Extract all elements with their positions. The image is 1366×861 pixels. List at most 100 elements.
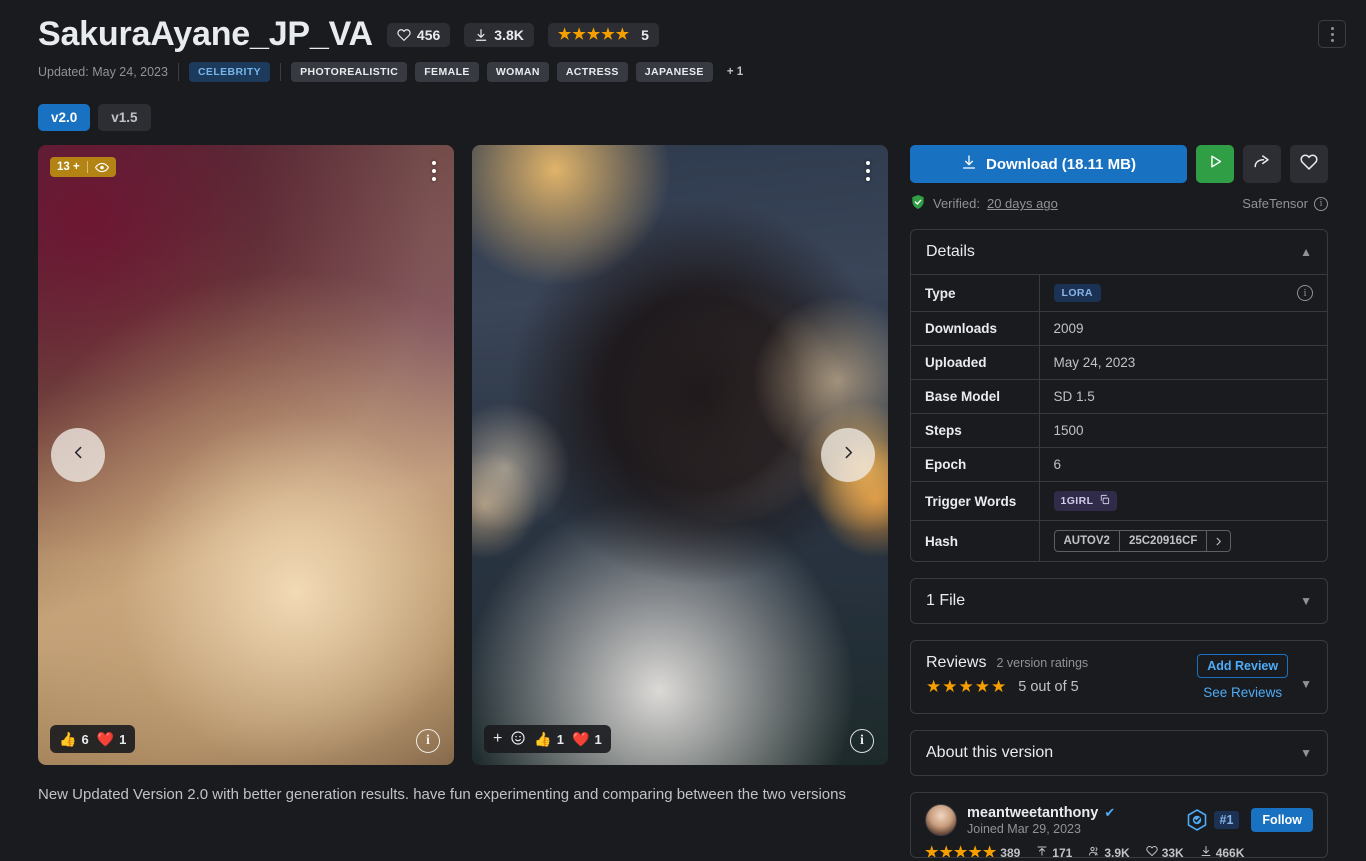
image-2-info-icon[interactable]: i [850, 729, 874, 754]
add-reaction-plus-icon[interactable]: + [493, 731, 502, 747]
row-value-trigger-words: 1GIRL [1039, 482, 1327, 521]
info-icon[interactable]: i [1314, 196, 1328, 211]
gallery-image-1[interactable]: 13 + 👍 6 ❤️ 1 i [38, 145, 454, 766]
hash-group: AUTOV2 25C20916CF [1053, 530, 1232, 553]
gallery-column: 13 + 👍 6 ❤️ 1 i + 👍 1 ❤️ 1 i New Updated… [38, 145, 888, 858]
dot [866, 169, 870, 174]
image-1-reaction-bar[interactable]: 👍 6 ❤️ 1 [50, 725, 136, 754]
image-1-kebab-menu-icon[interactable] [428, 157, 440, 185]
reviews-title: Reviews [926, 654, 987, 672]
table-row: Type LORA i [911, 274, 1327, 312]
add-reaction-face-icon[interactable] [510, 730, 526, 749]
avatar[interactable] [925, 804, 957, 837]
reviews-stars: ★ ★ ★ ★ ★ [926, 678, 1006, 695]
users-icon [1088, 845, 1100, 857]
files-card[interactable]: 1 File ▼ [910, 578, 1328, 625]
dot [866, 177, 870, 182]
likes-stat[interactable]: 456 [386, 22, 451, 47]
files-card-header[interactable]: 1 File ▼ [911, 579, 1327, 623]
about-version-card[interactable]: About this version ▼ [910, 730, 1328, 777]
row-value-base-model: SD 1.5 [1053, 389, 1095, 405]
downloads-stat[interactable]: 3.8K [464, 22, 534, 47]
star-icon: ★ [958, 677, 974, 697]
dot [1330, 26, 1334, 30]
image-1-info-icon[interactable]: i [416, 729, 440, 754]
eye-icon[interactable] [88, 162, 116, 173]
reaction-heart[interactable]: ❤️ 1 [97, 732, 127, 747]
hash-value[interactable]: 25C20916CF [1120, 531, 1206, 551]
star-icon: ★ [601, 26, 615, 44]
tag-actress[interactable]: ACTRESS [556, 62, 628, 83]
verified-label: Verified: [933, 196, 980, 212]
star-icon: ★ [968, 844, 982, 859]
reviews-subtitle: 2 version ratings [996, 656, 1089, 671]
about-version-title: About this version [926, 744, 1054, 762]
creator-name[interactable]: meantweetanthony [967, 805, 1098, 821]
favorite-button[interactable] [1290, 145, 1328, 184]
reviews-title-line: Reviews 2 version ratings [926, 654, 1197, 672]
share-button[interactable] [1243, 145, 1281, 184]
star-icon: ★ [953, 844, 968, 859]
version-tab-v2[interactable]: v2.0 [38, 104, 91, 132]
tag-woman[interactable]: WOMAN [486, 62, 549, 83]
about-version-header[interactable]: About this version ▼ [911, 731, 1327, 775]
meta-row: Updated: May 24, 2023 CELEBRITY PHOTOREA… [38, 62, 1328, 83]
trigger-word-badge[interactable]: 1GIRL [1053, 491, 1118, 512]
reviews-chevron-down-icon[interactable]: ▼ [1300, 664, 1312, 690]
star-icon: ★ [586, 26, 601, 44]
version-tab-v15[interactable]: v1.5 [98, 104, 151, 132]
type-info-icon[interactable]: i [1297, 285, 1313, 302]
rating-stat[interactable]: ★ ★ ★ ★ ★ 5 [547, 22, 659, 47]
details-table: Type LORA i Downloads 2009 Uploaded May … [911, 274, 1327, 562]
see-reviews-link[interactable]: See Reviews [1203, 685, 1282, 700]
heart-icon [397, 28, 411, 42]
star-icon: ★ [926, 677, 942, 697]
image-2-reaction-bar[interactable]: + 👍 1 ❤️ 1 [484, 725, 611, 754]
tag-photorealistic[interactable]: PHOTOREALISTIC [291, 62, 408, 83]
gallery-next-button[interactable] [821, 428, 875, 483]
reviews-summary: Reviews 2 version ratings ★ ★ ★ ★ ★ 5 ou… [926, 654, 1197, 695]
reaction-heart[interactable]: ❤️ 1 [572, 732, 602, 747]
creator-stats-row: ★ ★ ★ ★ ★ 389 171 3.9K 33K 466K [925, 844, 1313, 859]
creator-likes-count: 33K [1161, 845, 1184, 859]
gallery-image-2[interactable]: + 👍 1 ❤️ 1 i [472, 145, 888, 766]
chevron-down-icon[interactable]: ▼ [1300, 595, 1312, 607]
page-kebab-menu-icon[interactable] [1318, 20, 1346, 48]
rating-value: 5 [641, 26, 649, 43]
safetensor-label: SafeTensor [1242, 196, 1308, 212]
updated-date: Updated: May 24, 2023 [38, 65, 168, 80]
download-button-label: Download (18.11 MB) [985, 155, 1137, 173]
page-header: SakuraAyane_JP_VA 456 3.8K ★ ★ ★ ★ ★ 5 U… [0, 0, 1366, 132]
verified-time-link[interactable]: 20 days ago [987, 196, 1058, 211]
age-rating-badge[interactable]: 13 + [50, 157, 116, 178]
add-review-button[interactable]: Add Review [1197, 654, 1289, 679]
reaction-thumbsup[interactable]: 👍 6 [59, 732, 89, 747]
files-title: 1 File [926, 592, 966, 610]
details-card: Details ▲ Type LORA i Downloads 2009 Upl… [910, 229, 1328, 563]
tags-more-button[interactable]: + 1 [721, 62, 749, 82]
tag-celebrity[interactable]: CELEBRITY [188, 62, 271, 83]
heart-outline-icon [1300, 153, 1318, 176]
heart-icon: ❤️ [96, 731, 115, 748]
type-badge[interactable]: LORA [1053, 284, 1101, 303]
chevron-up-icon[interactable]: ▲ [1300, 246, 1312, 258]
creator-row: meantweetanthony ✔ Joined Mar 29, 2023 #… [925, 804, 1313, 837]
reaction-thumbsup[interactable]: 👍 1 [534, 732, 564, 747]
hash-next-icon[interactable] [1206, 531, 1230, 552]
tag-japanese[interactable]: JAPANESE [635, 62, 713, 83]
image-2-kebab-menu-icon[interactable] [862, 157, 874, 185]
likes-count: 456 [416, 26, 441, 43]
star-icon: ★ [572, 26, 586, 44]
action-buttons-row: Download (18.11 MB) [910, 145, 1328, 184]
hash-algorithm: AUTOV2 [1055, 531, 1120, 552]
download-button[interactable]: Download (18.11 MB) [910, 145, 1187, 184]
row-value-hash: AUTOV2 25C20916CF [1039, 521, 1327, 562]
chevron-down-icon[interactable]: ▼ [1300, 747, 1312, 759]
run-model-button[interactable] [1196, 145, 1234, 184]
follow-button[interactable]: Follow [1251, 808, 1313, 833]
details-card-header[interactable]: Details ▲ [911, 230, 1327, 274]
tag-female[interactable]: FEMALE [415, 62, 479, 83]
gallery-prev-button[interactable] [51, 428, 105, 483]
reviews-score-text: 5 out of 5 [1018, 678, 1079, 695]
copy-icon[interactable] [1099, 494, 1110, 508]
